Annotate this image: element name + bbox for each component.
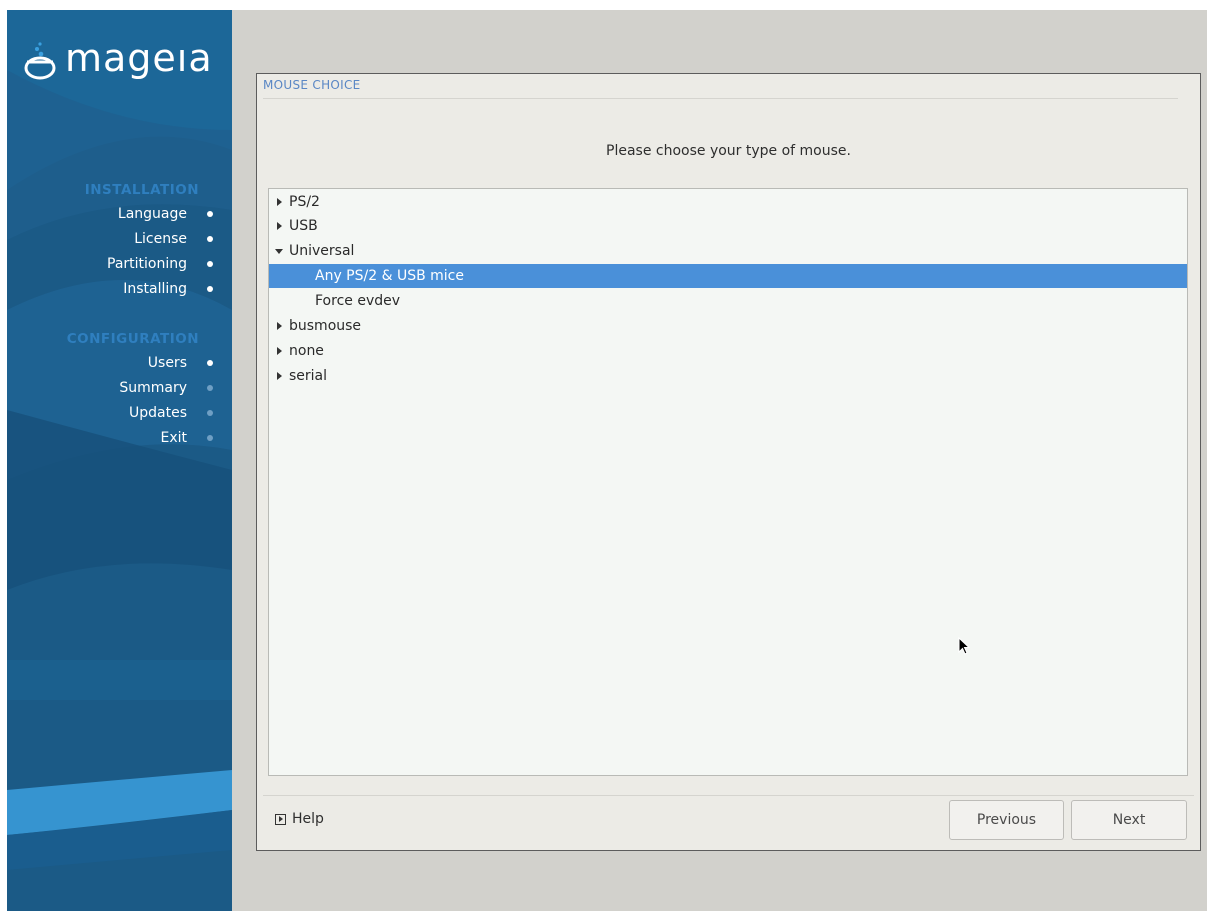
nav-item-label: Summary — [119, 380, 187, 396]
mouse-pointer-icon — [958, 637, 971, 655]
cauldron-icon — [24, 42, 56, 80]
expander-icon — [275, 813, 286, 825]
tree-row-universal[interactable]: Universal — [269, 239, 1187, 263]
title-divider — [263, 98, 1178, 99]
installer-window: mageıa INSTALLATION Language License Par… — [0, 0, 1207, 911]
status-dot-icon — [207, 385, 213, 391]
tree-row-label: Any PS/2 & USB mice — [315, 268, 464, 284]
nav-item-exit: Exit — [160, 430, 213, 446]
previous-button[interactable]: Previous — [949, 800, 1064, 840]
nav-item-label: Partitioning — [107, 256, 187, 272]
tree-row-any-ps2-usb-mice[interactable]: Any PS/2 & USB mice — [269, 264, 1187, 288]
status-dot-icon — [207, 410, 213, 416]
nav-item-label: Language — [117, 206, 187, 222]
nav-item-users: Users — [147, 355, 213, 371]
nav-section-configuration: CONFIGURATION — [66, 331, 199, 347]
tree-row-none[interactable]: none — [269, 339, 1187, 363]
status-dot-icon — [207, 435, 213, 441]
main-area: MOUSE CHOICE Please choose your type of … — [232, 10, 1207, 911]
sidebar-background — [7, 10, 232, 911]
status-dot-icon — [207, 360, 213, 366]
status-dot-icon — [207, 211, 213, 217]
nav-item-label: Exit — [160, 430, 187, 446]
mageia-logo: mageıa — [23, 36, 213, 80]
tree-row-label: Universal — [289, 243, 355, 259]
expand-arrow-icon[interactable] — [275, 198, 283, 206]
nav-item-updates: Updates — [129, 405, 213, 421]
nav-item-partitioning: Partitioning — [107, 256, 213, 272]
sidebar: mageıa INSTALLATION Language License Par… — [7, 10, 232, 911]
tree-row-label: serial — [289, 368, 328, 384]
nav-item-summary: Summary — [119, 380, 213, 396]
tree-row-serial[interactable]: serial — [269, 364, 1187, 388]
mouse-type-tree[interactable]: PS/2 USB Universal Any PS/2 & USB mice F… — [268, 188, 1188, 776]
expand-arrow-icon[interactable] — [275, 322, 283, 330]
status-dot-icon — [207, 261, 213, 267]
tree-row-label: busmouse — [289, 318, 362, 334]
collapse-arrow-icon[interactable] — [275, 247, 283, 255]
tree-row-label: PS/2 — [289, 194, 320, 210]
tree-row-label: Force evdev — [315, 293, 401, 309]
footer-divider — [263, 795, 1194, 796]
tree-row-busmouse[interactable]: busmouse — [269, 314, 1187, 338]
tree-row-label: none — [289, 343, 324, 359]
help-label: Help — [292, 811, 324, 827]
panel-title: MOUSE CHOICE — [263, 78, 361, 92]
nav-item-installing: Installing — [123, 281, 213, 297]
nav-item-label: Updates — [129, 405, 187, 421]
nav-item-language: Language — [117, 206, 213, 222]
tree-row-force-evdev[interactable]: Force evdev — [269, 289, 1187, 313]
status-dot-icon — [207, 236, 213, 242]
expand-arrow-icon[interactable] — [275, 222, 283, 230]
tree-row-usb[interactable]: USB — [269, 214, 1187, 238]
nav-item-label: License — [134, 231, 187, 247]
expand-arrow-icon[interactable] — [275, 372, 283, 380]
tree-row-label: USB — [289, 218, 318, 234]
instruction-text: Please choose your type of mouse. — [606, 143, 851, 159]
mouse-choice-panel: MOUSE CHOICE Please choose your type of … — [256, 73, 1201, 851]
status-dot-icon — [207, 286, 213, 292]
tree-row-ps2[interactable]: PS/2 — [269, 190, 1187, 214]
nav-item-label: Installing — [123, 281, 187, 297]
next-button[interactable]: Next — [1071, 800, 1187, 840]
nav-item-license: License — [134, 231, 213, 247]
logo-text: mageıa — [65, 36, 213, 80]
nav-section-installation: INSTALLATION — [84, 182, 199, 198]
expand-arrow-icon[interactable] — [275, 347, 283, 355]
help-toggle[interactable]: Help — [275, 811, 324, 827]
nav-item-label: Users — [147, 355, 187, 371]
